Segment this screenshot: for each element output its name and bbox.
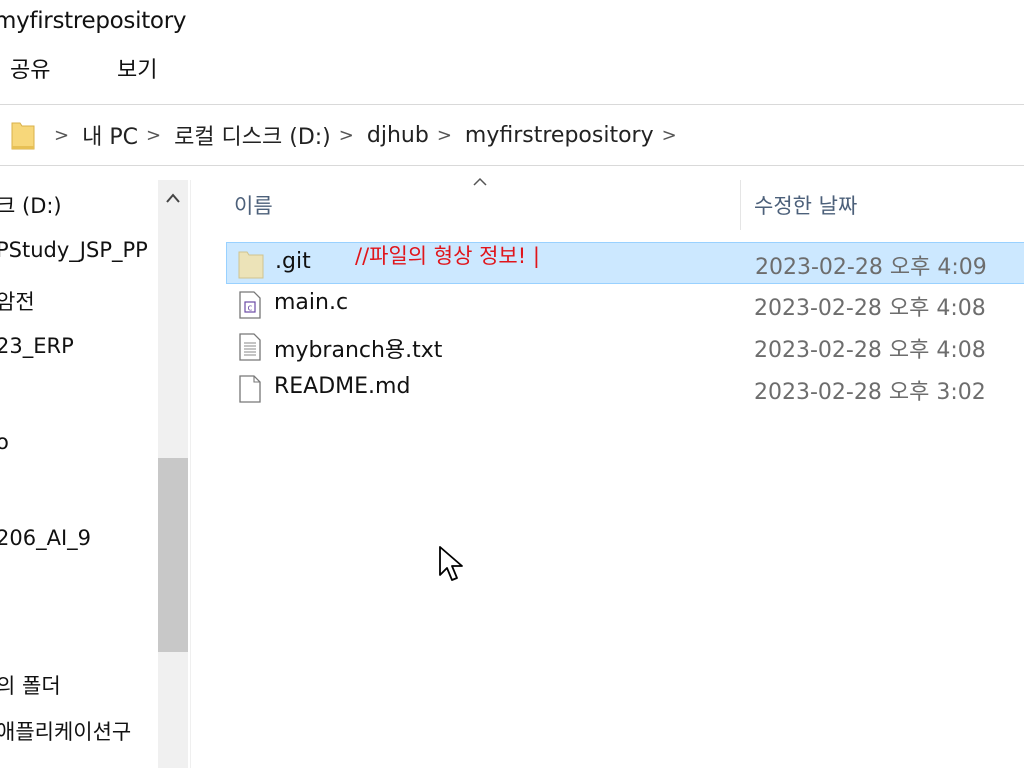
file-date-modified: 2023-02-28 오후 4:09 [755,255,987,280]
chevron-right-icon[interactable]: > [437,125,452,146]
file-name: main.c [274,290,349,315]
navigation-pane: 크 (D:) PStudy_JSP_PP 암전 23_ERP o 206_AI_… [0,180,160,768]
chevron-right-icon[interactable]: > [339,125,354,146]
column-header-date-modified[interactable]: 수정한 날짜 [754,190,857,240]
address-bar[interactable]: > 내 PC > 로컬 디스크 (D:) > djhub > myfirstre… [0,104,1024,166]
nav-item[interactable]: 23_ERP [0,334,74,358]
title-bar: myfirstrepository [0,0,1024,46]
breadcrumb-this-pc[interactable]: 내 PC [82,119,138,151]
window-title: myfirstrepository [0,8,187,34]
nav-item[interactable]: 애플리케이션구 [0,716,131,746]
folder-icon [11,122,35,150]
breadcrumb-myfirstrepository[interactable]: myfirstrepository [465,123,654,148]
blank-file-icon [239,375,261,403]
mouse-cursor-icon [439,546,463,581]
text-file-icon [239,333,261,361]
annotation-text: //파일의 형상 정보! | [355,244,540,268]
pane-divider[interactable] [190,180,191,768]
chevron-right-icon[interactable]: > [662,125,677,146]
column-header-name[interactable]: 이름 [234,190,273,240]
nav-item[interactable]: 암전 [0,286,35,316]
nav-item[interactable]: 크 (D:) [0,190,62,220]
chevron-right-icon[interactable]: > [54,125,69,146]
file-row-mybranch-txt[interactable]: mybranch용.txt 2023-02-28 오후 4:08 [226,326,1024,368]
file-date-modified: 2023-02-28 오후 3:02 [754,380,986,405]
file-date-modified: 2023-02-28 오후 4:08 [754,296,986,321]
ribbon-tab-share[interactable]: 공유 [10,52,50,84]
chevron-right-icon[interactable]: > [146,125,161,146]
folder-icon [238,251,264,279]
column-divider[interactable] [740,180,741,230]
nav-item[interactable]: PStudy_JSP_PP [0,238,148,262]
breadcrumb-local-disk-d[interactable]: 로컬 디스크 (D:) [174,119,331,151]
nav-scrollbar[interactable] [158,180,188,768]
ribbon: 공유 보기 [0,46,1024,94]
nav-item[interactable]: 의 폴더 [0,670,61,700]
sort-ascending-icon [472,170,488,191]
file-row-main-c[interactable]: c main.c 2023-02-28 오후 4:08 [226,284,1024,326]
file-name: mybranch용.txt [274,338,443,363]
file-row-readme-md[interactable]: README.md 2023-02-28 오후 3:02 [226,368,1024,410]
breadcrumb-djhub[interactable]: djhub [367,123,429,148]
scroll-up-icon[interactable] [158,180,188,216]
nav-item[interactable]: 206_AI_9 [0,526,91,550]
file-date-modified: 2023-02-28 오후 4:08 [754,338,986,363]
c-file-icon: c [239,291,261,319]
svg-text:c: c [248,304,253,314]
ribbon-tab-view[interactable]: 보기 [117,52,157,84]
scroll-thumb[interactable] [158,458,188,652]
breadcrumb: > 내 PC > 로컬 디스크 (D:) > djhub > myfirstre… [50,119,690,151]
nav-item[interactable]: o [0,430,9,454]
file-name: .git [275,249,311,274]
file-row-git[interactable]: .git 2023-02-28 오후 4:09 [226,242,1024,284]
file-name: README.md [274,374,411,399]
